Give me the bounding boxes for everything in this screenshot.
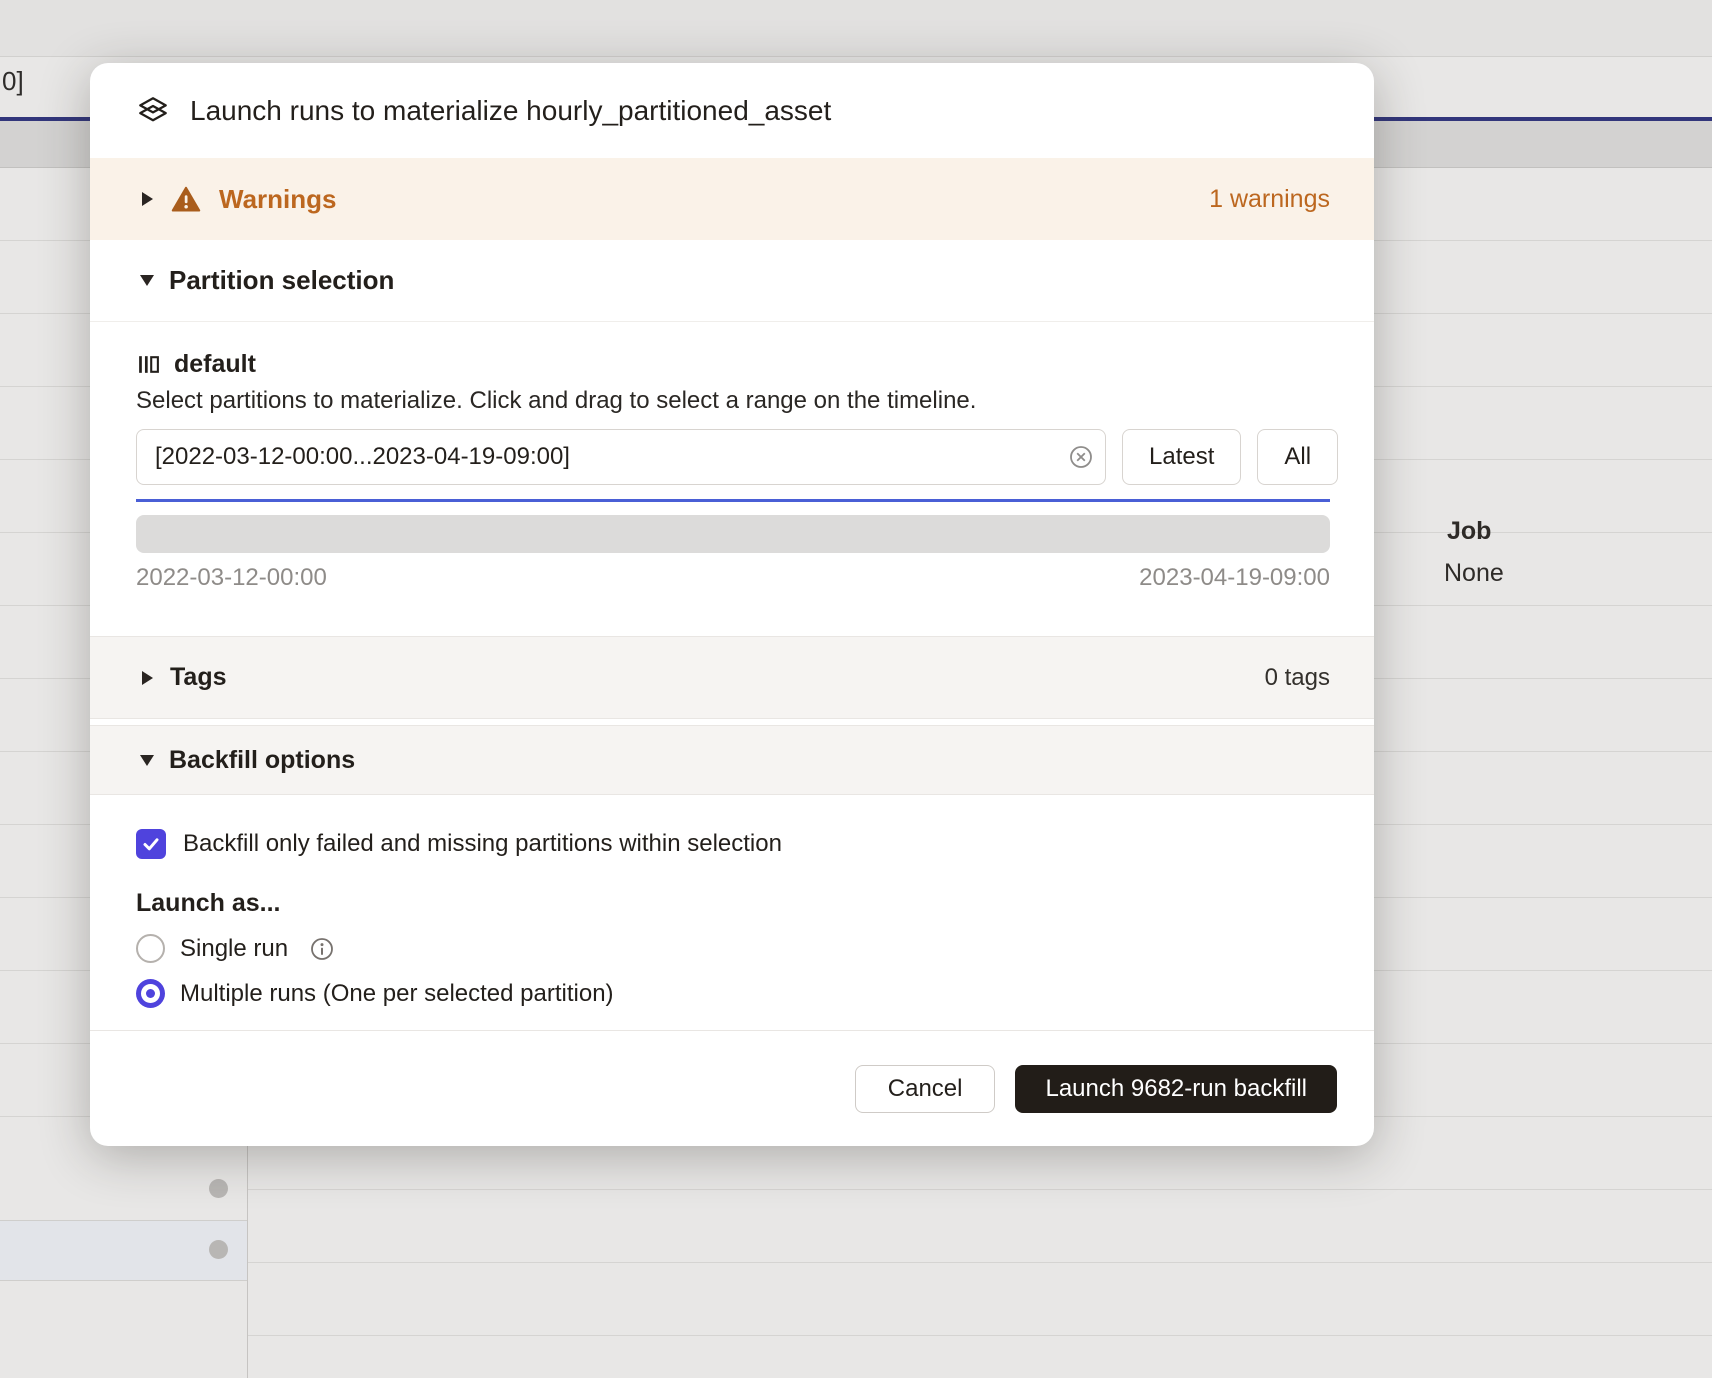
backfill-options-section-header[interactable]: Backfill options bbox=[90, 725, 1374, 795]
background-job-column-value: None bbox=[1444, 559, 1504, 588]
single-run-label: Single run bbox=[180, 935, 288, 963]
caret-down-icon bbox=[140, 275, 154, 286]
check-icon bbox=[141, 834, 161, 854]
asset-layers-icon bbox=[136, 94, 170, 128]
caret-right-icon bbox=[142, 671, 153, 685]
background-top-strip bbox=[0, 0, 1712, 57]
warnings-label: Warnings bbox=[219, 184, 336, 215]
partition-timeline-bar[interactable] bbox=[136, 515, 1330, 553]
caret-down-icon bbox=[140, 755, 154, 766]
background-left-column bbox=[0, 1146, 248, 1378]
partition-selection-body: default Select partitions to materialize… bbox=[90, 322, 1374, 592]
status-dot bbox=[209, 1179, 228, 1198]
partition-dimension-row: default bbox=[136, 350, 1330, 379]
single-run-radio[interactable] bbox=[136, 934, 165, 963]
warnings-section-header[interactable]: Warnings 1 warnings bbox=[90, 158, 1374, 240]
warnings-count: 1 warnings bbox=[1209, 185, 1330, 214]
tags-label: Tags bbox=[170, 663, 227, 692]
tags-count: 0 tags bbox=[1265, 664, 1330, 692]
partition-range-input[interactable] bbox=[136, 429, 1106, 485]
launch-as-label: Launch as... bbox=[136, 889, 1328, 918]
timeline-start-label: 2022-03-12-00:00 bbox=[136, 564, 327, 592]
partition-timeline: 2022-03-12-00:00 2023-04-19-09:00 bbox=[136, 499, 1330, 592]
background-clipped-text: 0] bbox=[2, 66, 24, 97]
multiple-runs-label: Multiple runs (One per selected partitio… bbox=[180, 980, 614, 1008]
all-button[interactable]: All bbox=[1257, 429, 1338, 485]
partition-range-row: Latest All bbox=[136, 429, 1330, 485]
backfill-only-failed-checkbox[interactable] bbox=[136, 829, 166, 859]
partition-dimension-icon bbox=[136, 352, 161, 377]
partition-dimension-name: default bbox=[174, 350, 256, 379]
warning-icon bbox=[171, 184, 201, 214]
info-icon[interactable] bbox=[309, 936, 335, 962]
backfill-only-failed-row: Backfill only failed and missing partiti… bbox=[136, 829, 1328, 859]
partition-selection-section-header[interactable]: Partition selection bbox=[90, 240, 1374, 322]
dialog-footer: Cancel Launch 9682-run backfill bbox=[90, 1030, 1374, 1146]
latest-button[interactable]: Latest bbox=[1122, 429, 1241, 485]
multiple-runs-radio[interactable] bbox=[136, 979, 165, 1008]
timeline-end-label: 2023-04-19-09:00 bbox=[1139, 564, 1330, 592]
tags-section-header[interactable]: Tags 0 tags bbox=[90, 636, 1374, 719]
cancel-button[interactable]: Cancel bbox=[855, 1065, 996, 1113]
partition-selection-label: Partition selection bbox=[169, 265, 394, 296]
screen: 0] Job None Launch runs to materialize h… bbox=[0, 0, 1712, 1378]
status-dot bbox=[209, 1240, 228, 1259]
dialog-title: Launch runs to materialize hourly_partit… bbox=[190, 95, 831, 127]
launch-backfill-dialog: Launch runs to materialize hourly_partit… bbox=[90, 63, 1374, 1146]
backfill-only-failed-label: Backfill only failed and missing partiti… bbox=[183, 830, 782, 858]
backfill-options-label: Backfill options bbox=[169, 746, 355, 775]
partition-help-text: Select partitions to materialize. Click … bbox=[136, 387, 1330, 415]
background-job-column-header: Job bbox=[1447, 517, 1491, 546]
single-run-option: Single run bbox=[136, 934, 1328, 963]
partition-timeline-labels: 2022-03-12-00:00 2023-04-19-09:00 bbox=[136, 564, 1330, 592]
clear-input-icon[interactable] bbox=[1068, 444, 1094, 470]
caret-right-icon bbox=[142, 192, 153, 206]
launch-backfill-button[interactable]: Launch 9682-run backfill bbox=[1015, 1065, 1337, 1113]
partition-range-input-wrap bbox=[136, 429, 1106, 485]
multiple-runs-option: Multiple runs (One per selected partitio… bbox=[136, 979, 1328, 1008]
backfill-options-body: Backfill only failed and missing partiti… bbox=[90, 795, 1374, 1008]
dialog-header: Launch runs to materialize hourly_partit… bbox=[90, 63, 1374, 158]
